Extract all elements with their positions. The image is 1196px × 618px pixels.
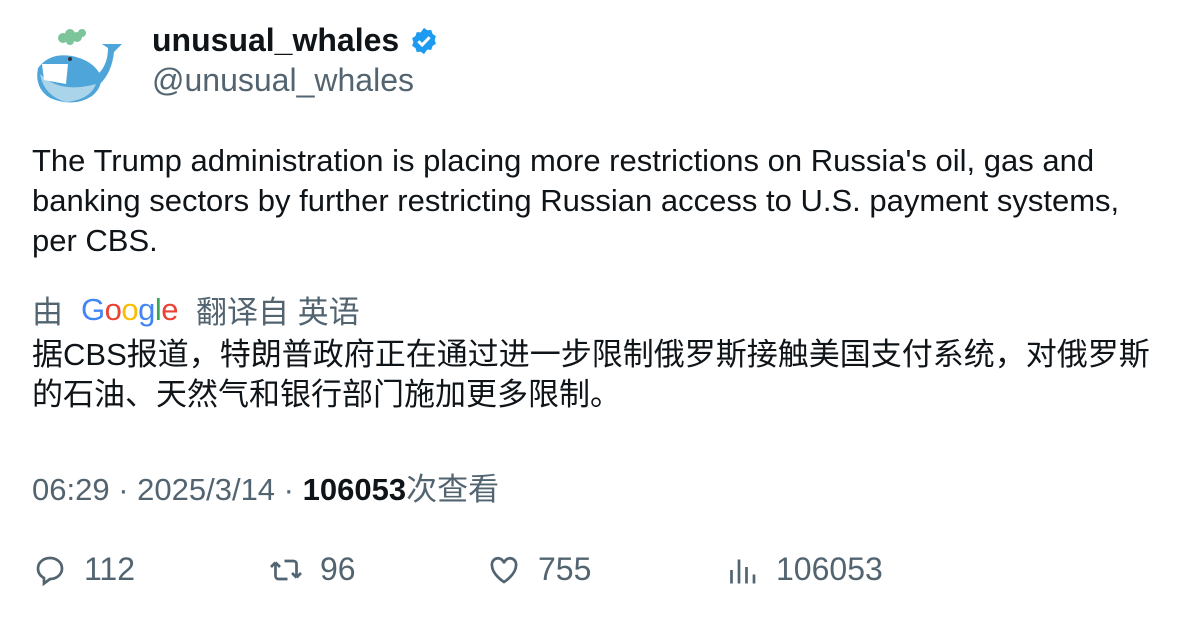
separator: ·: [109, 472, 138, 507]
translation-prefix: 由: [32, 295, 63, 330]
author-handle[interactable]: @unusual_whales: [152, 62, 414, 99]
tweet-date[interactable]: 2025/3/14: [137, 472, 275, 507]
avatar[interactable]: [30, 24, 126, 112]
author-name-text: unusual_whales: [152, 22, 400, 58]
translation-attribution: 由 Google 翻译自 英语: [32, 287, 360, 332]
google-logo-letter: o: [104, 291, 122, 327]
heart-icon: [490, 556, 518, 584]
reply-icon: [36, 556, 64, 586]
analytics-icon: [730, 559, 756, 583]
translation-suffix: 翻译自 英语: [196, 295, 360, 330]
views-stat-count: 106053: [776, 551, 883, 587]
retweet-icon: [270, 559, 302, 580]
google-logo-letter: e: [161, 291, 179, 327]
google-logo-letter: o: [121, 291, 139, 327]
retweet-button[interactable]: 96: [268, 551, 356, 588]
tweet-text: The Trump administration is placing more…: [32, 143, 1120, 258]
tweet-time[interactable]: 06:29: [32, 472, 110, 507]
separator: ·: [275, 472, 303, 507]
like-button[interactable]: 755: [486, 551, 591, 588]
reply-count: 112: [84, 551, 136, 587]
views-label: 次查看: [406, 472, 500, 507]
retweet-count: 96: [320, 551, 356, 587]
google-logo: Google: [81, 291, 179, 328]
google-logo-letter: g: [138, 291, 155, 327]
reply-button[interactable]: 112: [32, 551, 135, 588]
google-logo-letter: G: [81, 291, 105, 327]
translated-text: 据CBS报道，特朗普政府正在通过进一步限制俄罗斯接触美国支付系统，对俄罗斯的石油…: [32, 337, 1150, 412]
like-count: 755: [538, 551, 592, 587]
view-count: 106053: [302, 472, 407, 507]
tweet-meta: 06:29 · 2025/3/14 · 106053次查看: [32, 464, 499, 509]
views-button[interactable]: 106053: [724, 551, 883, 588]
verified-badge-icon: [412, 27, 437, 54]
author-name[interactable]: unusual_whales: [152, 22, 439, 59]
